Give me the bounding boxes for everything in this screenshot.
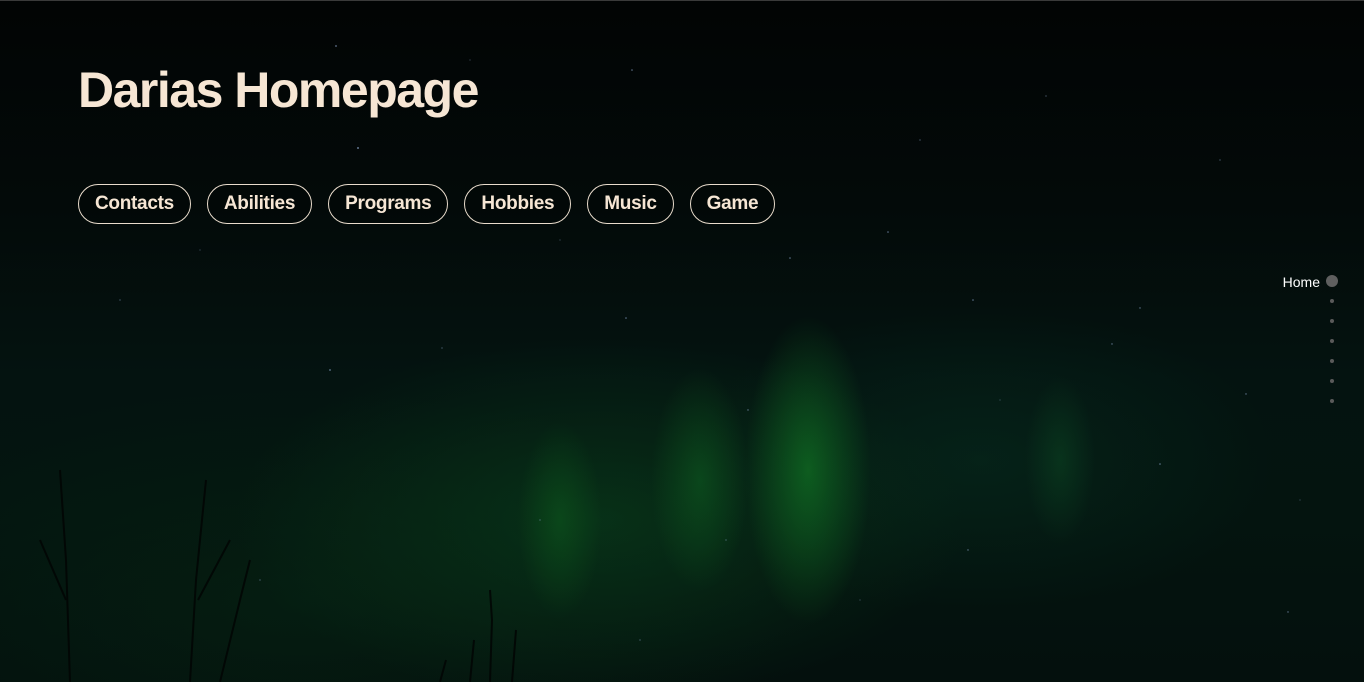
main-nav: Contacts Abilities Programs Hobbies Musi…: [78, 184, 776, 224]
nav-button-contacts[interactable]: Contacts: [78, 184, 191, 224]
nav-button-programs[interactable]: Programs: [328, 184, 449, 224]
section-dot-home-label: Home: [1282, 274, 1320, 290]
nav-button-hobbies[interactable]: Hobbies: [464, 184, 572, 224]
site-title: Darias Homepage: [78, 62, 479, 118]
dot-icon: [1330, 299, 1334, 303]
dot-icon: [1330, 379, 1334, 383]
section-dot-nav: Home: [1218, 272, 1338, 412]
section-dot-5[interactable]: [1218, 352, 1338, 372]
dot-icon: [1330, 339, 1334, 343]
section-dot-4[interactable]: [1218, 332, 1338, 352]
section-dot-2[interactable]: [1218, 292, 1338, 312]
dot-icon: [1330, 359, 1334, 363]
nav-button-abilities[interactable]: Abilities: [206, 184, 313, 224]
section-dot-7[interactable]: [1218, 392, 1338, 412]
dot-icon: [1330, 399, 1334, 403]
top-border: [0, 0, 1364, 1]
section-dot-3[interactable]: [1218, 312, 1338, 332]
active-dot-icon: [1326, 275, 1338, 287]
nav-button-game[interactable]: Game: [689, 184, 776, 224]
section-dot-home[interactable]: Home: [1218, 272, 1338, 292]
nav-button-music[interactable]: Music: [587, 184, 674, 224]
section-dot-6[interactable]: [1218, 372, 1338, 392]
page: Darias Homepage Contacts Abilities Progr…: [0, 0, 1364, 682]
dot-icon: [1330, 319, 1334, 323]
